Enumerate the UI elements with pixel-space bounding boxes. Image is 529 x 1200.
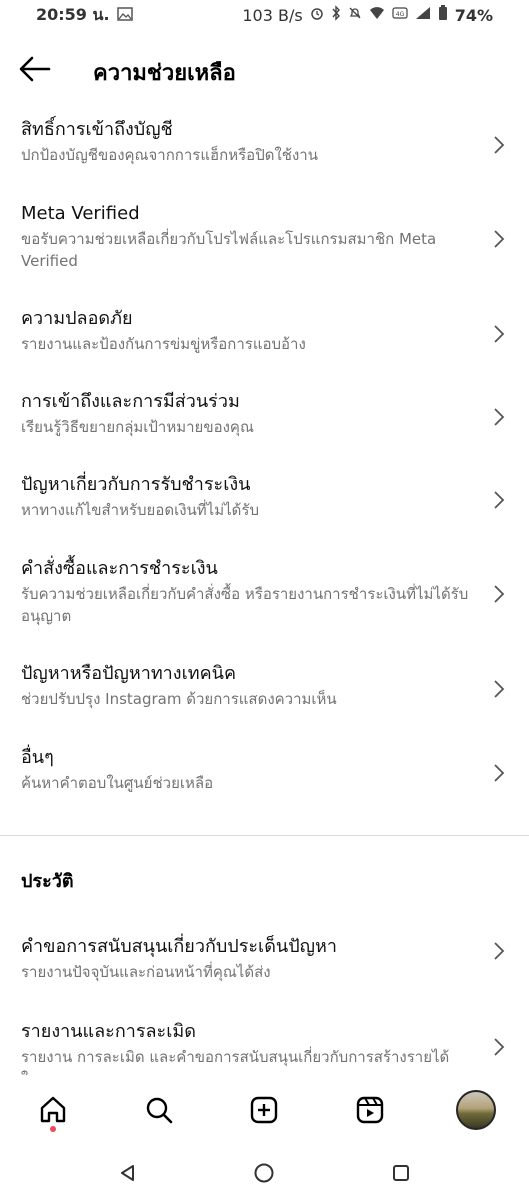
mute-icon [348,6,362,24]
menu-item-other[interactable]: อื่นๆ ค้นหาคำตอบในศูนย์ช่วยเหลือ [0,731,529,815]
chevron-right-icon [494,764,505,782]
header: ความช่วยเหลือ [0,42,529,96]
wifi-icon [369,6,385,24]
menu-item-subtitle: ขอรับความช่วยเหลือเกี่ยวกับโปรไฟล์และโปร… [21,230,437,270]
menu-item-subtitle: ค้นหาคำตอบในศูนย์ช่วยเหลือ [21,774,214,792]
chevron-right-icon [494,136,505,154]
chevron-right-icon [494,408,505,426]
menu-item-title: อื่นๆ [21,747,54,768]
menu-item-title: ความปลอดภัย [21,308,133,329]
menu-item-title: ปัญหาหรือปัญหาทางเทคนิค [21,663,236,684]
menu-item-reach-engagement[interactable]: การเข้าถึงและการมีส่วนร่วม เรียนรู้วิธีข… [0,375,529,458]
menu-item-meta-verified[interactable]: Meta Verified ขอรับความช่วยเหลือเกี่ยวกั… [0,187,529,292]
gallery-notification-icon [116,6,133,25]
chevron-right-icon [494,680,505,698]
menu-item-support-requests[interactable]: คำขอการสนับสนุนเกี่ยวกับประเด็นปัญหา ราย… [0,920,529,1005]
chevron-right-icon [494,325,505,343]
menu-item-reports-violations[interactable]: รายงานและการละเมิด รายงาน การละเมิด และค… [0,1005,529,1075]
network-speed: 103 B/s [242,5,303,25]
menu-item-title: การเข้าถึงและการมีส่วนร่วม [21,391,240,412]
menu-item-subtitle: รายงานปัจจุบันและก่อนหน้าที่คุณได้ส่ง [21,963,271,981]
reels-icon [357,1096,384,1124]
recents-square-icon[interactable] [391,1163,411,1183]
menu-item-title: ปัญหาเกี่ยวกับการรับชำระเงิน [21,474,251,495]
back-button[interactable] [18,54,52,84]
search-icon [146,1097,172,1124]
back-triangle-icon[interactable] [118,1163,138,1183]
bluetooth-icon [331,5,341,25]
arrow-left-icon [19,56,51,82]
lte-icon: 4G [392,6,408,24]
home-icon [40,1096,66,1123]
menu-item-subtitle: รายงานและป้องกันการข่มขู่หรือการแอบอ้าง [21,335,306,353]
create-icon [251,1096,278,1124]
home-circle-icon[interactable] [253,1162,275,1184]
menu-item-title: รายงานและการละเมิด [21,1021,196,1042]
menu-item-title: Meta Verified [21,203,140,224]
help-menu-list: สิทธิ์การเข้าถึงบัญชี ปกป้องบัญชีของคุณจ… [0,103,529,815]
menu-item-subtitle: รับความช่วยเหลือเกี่ยวกับคำสั่งซื้อ หรือ… [21,585,469,625]
section-divider [0,835,529,836]
alarm-icon [310,6,324,24]
history-section-title: ประวัติ [21,871,74,892]
battery-level: 74% [454,5,493,25]
chevron-right-icon [494,585,505,603]
menu-item-subtitle: รายงาน การละเมิด และคำขอการสนับสนุนเกี่ย… [21,1048,450,1075]
menu-item-payout-issues[interactable]: ปัญหาเกี่ยวกับการรับชำระเงิน หาทางแก้ไขส… [0,458,529,542]
history-list: คำขอการสนับสนุนเกี่ยวกับประเด็นปัญหา ราย… [0,920,529,1075]
svg-text:4G: 4G [395,11,404,18]
menu-item-technical-issues[interactable]: ปัญหาหรือปัญหาทางเทคนิค ช่วยปรับปรุง Ins… [0,647,529,731]
menu-item-subtitle: หาทางแก้ไขสำหรับยอดเงินที่ไม่ได้รับ [21,501,259,519]
battery-icon [438,5,448,25]
menu-item-title: สิทธิ์การเข้าถึงบัญชี [21,119,173,140]
menu-item-safety[interactable]: ความปลอดภัย รายงานและป้องกันการข่มขู่หรื… [0,292,529,375]
chevron-right-icon [494,230,505,248]
profile-avatar [456,1090,497,1130]
bottom-nav [0,1075,529,1145]
signal-icon [415,6,431,24]
menu-item-orders-payments[interactable]: คำสั่งซื้อและการชำระเงิน รับความช่วยเหลื… [0,542,529,647]
chevron-right-icon [494,1038,505,1056]
chevron-right-icon [494,491,505,509]
status-time: 20:59 น. [36,4,110,24]
menu-item-subtitle: ช่วยปรับปรุง Instagram ด้วยการแสดงความเห… [21,690,337,708]
menu-item-subtitle: เรียนรู้วิธีขยายกลุ่มเป้าหมายของคุณ [21,418,254,436]
menu-item-title: คำสั่งซื้อและการชำระเงิน [21,558,218,579]
nav-home[interactable] [29,1086,77,1134]
page-title: ความช่วยเหลือ [93,61,236,86]
nav-profile[interactable] [452,1086,500,1134]
chevron-right-icon [494,942,505,960]
menu-item-subtitle: ปกป้องบัญชีของคุณจากการแฮ็กหรือปิดใช้งาน [21,146,318,164]
notification-dot [49,1126,56,1132]
menu-item-title: คำขอการสนับสนุนเกี่ยวกับประเด็นปัญหา [21,936,337,957]
status-bar: 20:59 น. 103 B/s 4G 74% [0,0,529,30]
nav-reels[interactable] [346,1086,394,1134]
nav-search[interactable] [135,1086,183,1134]
menu-item-account-access[interactable]: สิทธิ์การเข้าถึงบัญชี ปกป้องบัญชีของคุณจ… [0,103,529,187]
system-nav-bar [0,1145,529,1200]
nav-create[interactable] [240,1086,288,1134]
